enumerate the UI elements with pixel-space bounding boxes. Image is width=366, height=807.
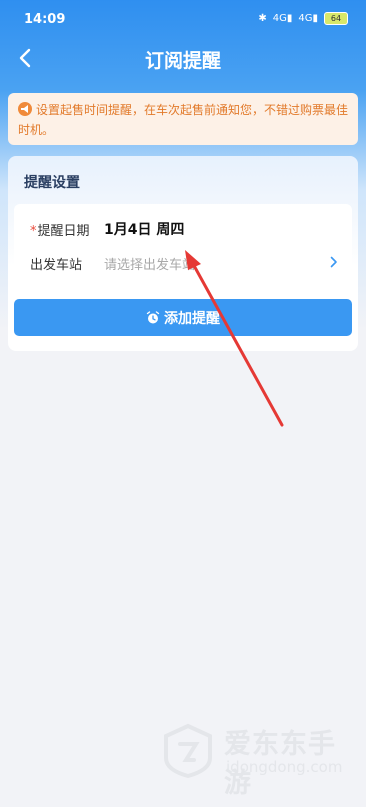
watermark: 爱东东手游 idongdong.com	[160, 722, 360, 799]
reminder-date-label: *提醒日期	[30, 220, 90, 239]
departure-station-row[interactable]: 出发车站 请选择出发车站	[14, 246, 352, 280]
signal-2-label: 4G	[298, 13, 313, 24]
signal-2-icon: 4G▮	[298, 13, 318, 24]
signal-1-label: 4G	[272, 13, 287, 24]
alarm-clock-icon	[146, 310, 160, 323]
departure-station-label: 出发车站	[30, 258, 83, 273]
settings-form: *提醒日期 1月4日 周四 出发车站 请选择出发车站	[14, 204, 352, 292]
signal-1-icon: 4G▮	[272, 13, 293, 24]
status-icons: ✱ 4G▮ 4G▮ 64	[258, 12, 348, 25]
page-title: 订阅提醒	[144, 50, 221, 72]
departure-station-placeholder: 请选择出发车站	[104, 258, 196, 273]
battery-icon: 64	[324, 12, 348, 25]
reminder-settings-card: 提醒设置 *提醒日期 1月4日 周四 出发车站 请选择出发车站 添加提醒	[8, 156, 358, 351]
notice-text: 设置起售时间提醒，在车次起售前通知您，不错过购票最佳时机。	[18, 103, 349, 137]
status-time: 14:09	[24, 12, 66, 27]
megaphone-icon	[18, 102, 32, 116]
required-mark: *	[30, 224, 37, 239]
card-title: 提醒设置	[24, 175, 80, 191]
reminder-date-row[interactable]: *提醒日期 1月4日 周四	[14, 212, 352, 246]
watermark-brand-en: idongdong.com	[226, 758, 343, 776]
notice-banner: 设置起售时间提醒，在车次起售前通知您，不错过购票最佳时机。	[8, 93, 358, 145]
bluetooth-icon: ✱	[258, 13, 267, 24]
reminder-date-value: 1月4日 周四	[104, 222, 185, 238]
status-bar: 14:09 ✱ 4G▮ 4G▮ 64	[0, 0, 366, 40]
reminder-date-label-text: 提醒日期	[37, 224, 90, 239]
nav-bar: 订阅提醒	[0, 40, 366, 80]
chevron-right-icon	[330, 256, 337, 268]
add-reminder-label: 添加提醒	[164, 310, 220, 327]
add-reminder-button[interactable]: 添加提醒	[14, 299, 352, 336]
watermark-logo-icon	[164, 723, 212, 778]
